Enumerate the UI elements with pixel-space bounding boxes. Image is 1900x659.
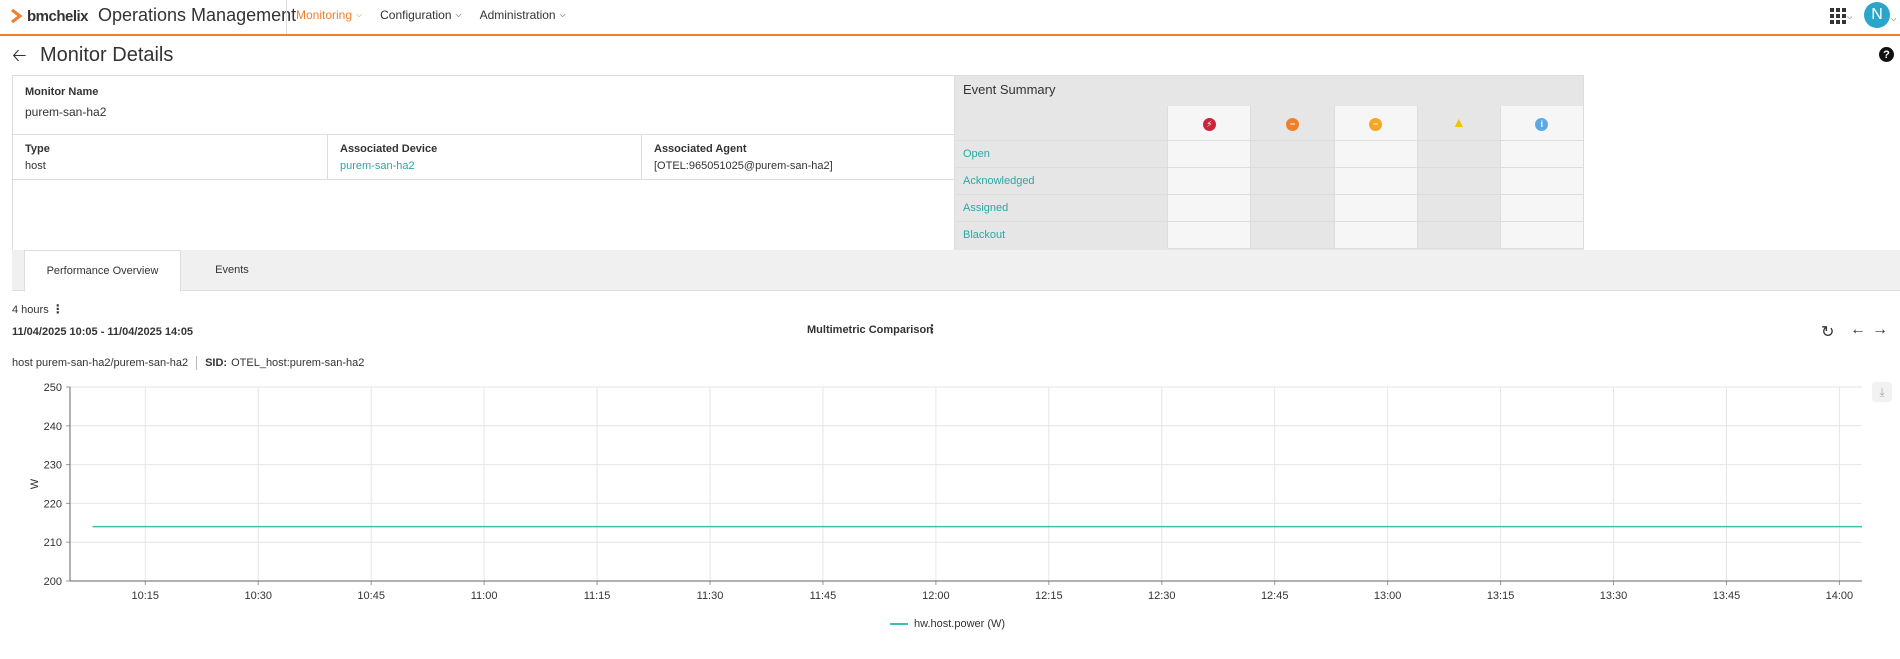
legend-swatch [890,623,908,625]
legend-label: hw.host.power (W) [914,618,1006,630]
y-tick-label: 210 [44,537,62,549]
x-tick-label: 10:30 [244,590,272,602]
x-tick-label: 11:00 [471,590,498,602]
chart-legend-item[interactable]: hw.host.power (W) [890,618,1005,630]
x-tick-label: 13:45 [1713,590,1741,602]
x-tick-label: 13:15 [1487,590,1515,602]
x-tick-label: 13:30 [1600,590,1628,602]
x-tick-label: 11:15 [584,590,611,602]
y-tick-label: 230 [44,460,62,472]
x-tick-label: 14:00 [1826,590,1854,602]
y-tick-label: 240 [44,421,62,433]
x-tick-label: 12:45 [1261,590,1289,602]
x-tick-label: 12:15 [1035,590,1063,602]
x-tick-label: 11:30 [697,590,724,602]
y-tick-label: 250 [44,382,62,394]
x-tick-label: 10:15 [132,590,160,602]
y-tick-label: 200 [44,576,62,588]
performance-chart: 200 210 220 230 240 250 10:15 10:30 10:45 11:00 11… [29,382,1862,602]
x-tick-label: 12:30 [1148,590,1176,602]
x-tick-label: 13:00 [1374,590,1402,602]
y-axis-label: W [29,478,41,489]
x-tick-label: 11:45 [810,590,837,602]
x-tick-label: 12:00 [922,590,950,602]
x-tick-label: 10:45 [357,590,385,602]
y-tick-label: 220 [44,498,62,510]
